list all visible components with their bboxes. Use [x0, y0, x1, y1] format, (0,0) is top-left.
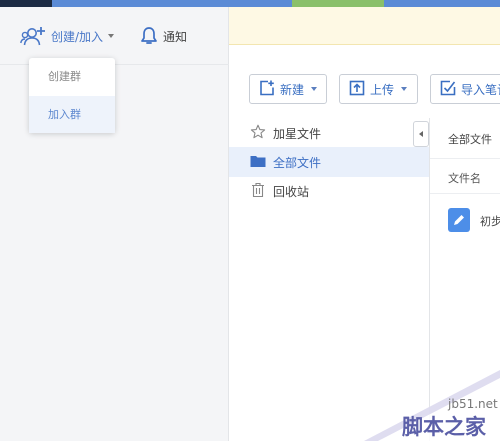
nav-label: 加星文件	[273, 126, 322, 141]
import-icon	[440, 80, 456, 99]
watermark-brand: 脚本之家	[402, 415, 487, 439]
upload-label: 上传	[370, 82, 395, 97]
notify-button[interactable]: 通知	[140, 25, 187, 47]
chevron-down-icon	[108, 34, 115, 38]
upload-button[interactable]: 上传	[339, 74, 418, 104]
file-list-header: 文件名	[430, 158, 500, 194]
create-join-label: 创建/加入	[51, 29, 104, 44]
nav-item-recycle-bin[interactable]: 回收站	[229, 176, 429, 206]
window-top-strip	[0, 0, 500, 7]
import-label: 导入笔记	[461, 82, 500, 97]
create-join-button[interactable]: 创建/加入	[20, 25, 115, 47]
menu-item-join-group[interactable]: 加入群	[29, 96, 115, 133]
left-panel: 创建/加入 通知 创建群 加入群	[0, 7, 229, 441]
document-icon	[448, 207, 470, 235]
import-notes-button[interactable]: 导入笔记	[430, 74, 500, 104]
chevron-down-icon	[401, 87, 408, 91]
add-users-icon	[20, 26, 46, 46]
menu-item-create-group[interactable]: 创建群	[29, 58, 115, 95]
nav-item-starred[interactable]: 加星文件	[229, 118, 429, 148]
new-label: 新建	[280, 82, 305, 97]
chevron-left-icon	[419, 131, 423, 137]
notice-bar	[229, 7, 500, 45]
group-toolbar: 创建/加入 通知	[0, 7, 229, 65]
breadcrumb[interactable]: 全部文件	[448, 131, 492, 147]
collapse-sidebar-button[interactable]	[413, 121, 429, 147]
new-button[interactable]: 新建	[249, 74, 327, 104]
folder-icon	[250, 154, 266, 171]
trash-icon	[250, 182, 266, 201]
create-join-dropdown: 创建群 加入群	[29, 58, 115, 133]
nav-item-all-files[interactable]: 全部文件	[229, 147, 429, 177]
progress-strip	[292, 0, 384, 7]
column-header-name[interactable]: 文件名	[448, 170, 481, 186]
bell-icon	[140, 26, 158, 46]
notify-label: 通知	[163, 29, 188, 44]
watermark-site: jb51.net	[447, 397, 498, 411]
window-title-strip	[0, 0, 52, 7]
nav-label: 全部文件	[273, 155, 322, 170]
chevron-down-icon	[311, 87, 318, 91]
file-name: 初步	[480, 215, 500, 228]
file-row[interactable]: 初步	[448, 207, 500, 235]
star-icon	[250, 124, 266, 143]
watermark: jb51.net 脚本之家	[340, 370, 500, 441]
nav-label: 回收站	[273, 184, 310, 199]
new-file-icon	[259, 80, 275, 99]
upload-icon	[349, 80, 365, 99]
